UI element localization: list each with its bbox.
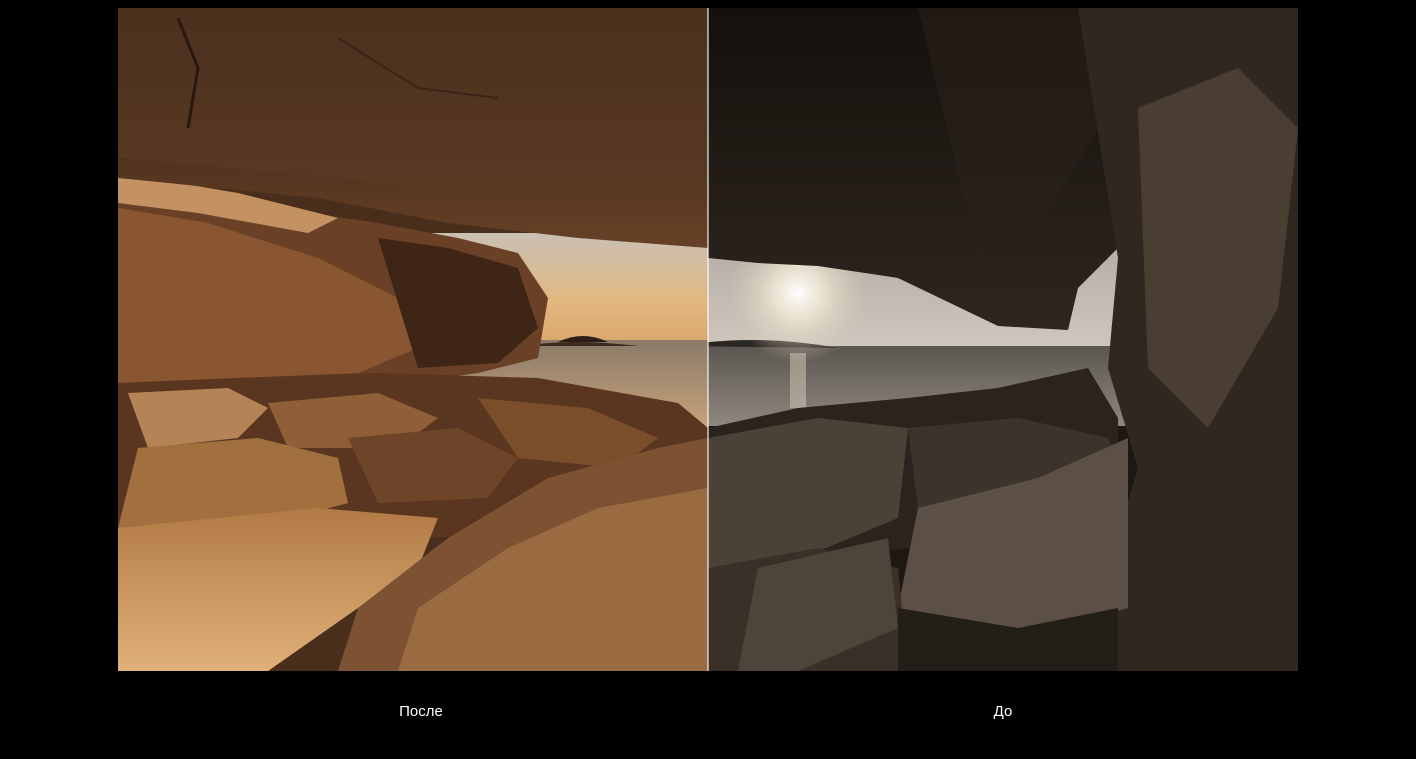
- comparison-stage: После До: [0, 0, 1416, 759]
- before-after-comparison[interactable]: [118, 8, 1298, 671]
- comparison-slider-handle[interactable]: [707, 8, 709, 671]
- after-label: После: [399, 703, 443, 720]
- before-label: До: [993, 703, 1013, 720]
